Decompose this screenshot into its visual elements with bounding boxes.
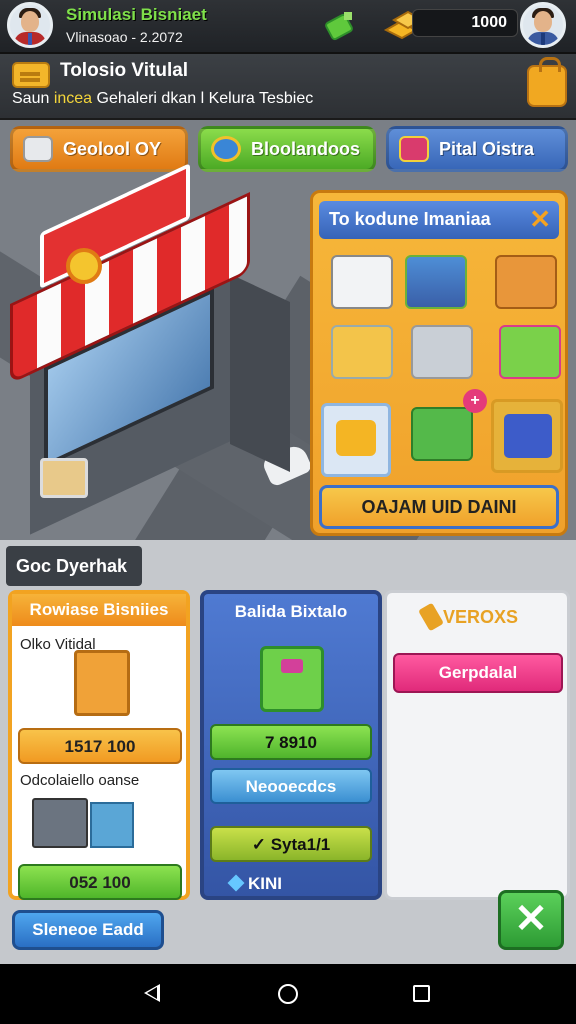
blue-button[interactable]: Neooecdcs [210,768,372,804]
bottom-left-button[interactable]: Sleneoe Eadd [12,910,164,950]
game-screen: Simulasi Bisniaet Vlinasoao - 2.2072 100… [0,0,576,1024]
shop-item-box[interactable] [495,255,557,309]
box-icon [23,136,53,162]
green-box-icon [260,646,324,712]
tab-pital-oistra[interactable]: Pital Oistra [386,126,568,172]
coin-value: 1000 [471,14,507,31]
section-title: Goc Dyerhak [6,546,142,586]
promo-button[interactable]: Gerpdalal [393,653,563,693]
shopping-bag-icon[interactable] [527,57,567,107]
back-icon[interactable] [144,984,160,1002]
shop-item-conveyor[interactable] [405,255,467,309]
promo-card: VEROXS Gerpdalal [384,590,570,900]
value-button[interactable]: 7 8910 [210,724,372,760]
shop-item-crate-selected[interactable] [491,399,563,473]
coin-counter: 1000 [412,9,518,37]
card-title: Balida Bixtalo [234,602,348,621]
shop-item-gift[interactable] [499,325,561,379]
profile-avatar[interactable] [520,2,566,48]
business-card: Rowiase Bisniies Olko Vitidal 1517 100 O… [8,590,190,900]
price-button[interactable]: 052 100 [18,864,182,900]
game-subtitle: Vlinasoao - 2.2072 [66,29,183,45]
shop-item-crate[interactable] [411,407,473,461]
shop-item-cart[interactable] [411,325,473,379]
ticket-icon [12,62,50,88]
crates-icon [32,794,142,848]
quest-header: Tolosio Vitulal Saun incea Gehaleri dkan… [0,54,576,120]
shop-item-cart[interactable] [331,325,393,379]
kini-label[interactable]: KINI [227,874,282,894]
tab-bloolandoos[interactable]: Bloolandoos [198,126,376,172]
close-icon[interactable]: ✕ [529,205,551,233]
cart-icon [40,458,88,498]
home-icon[interactable] [278,984,298,1004]
confirm-button[interactable]: ✓ Syta1/1 [210,826,372,862]
shop-item-cart-selected[interactable] [321,403,391,477]
promo-title: VEROXS [443,607,519,627]
upgrade-card: Balida Bixtalo 7 8910 Neooecdcs ✓ Syta1/… [200,590,382,900]
store-logo-icon [66,248,102,284]
green-cart-icon[interactable] [322,8,360,44]
close-icon[interactable]: ✕ [498,890,564,950]
top-bar: Simulasi Bisniaet Vlinasoao - 2.2072 100… [0,0,576,54]
globe-icon [211,136,241,162]
tab-geolool[interactable]: Geolool OY [10,126,188,172]
quest-description: Saun incea Gehaleri dkan l Kelura Tesbie… [12,90,314,107]
item-label: Odcolaiello oanse [20,772,140,789]
recent-apps-icon[interactable] [413,985,430,1002]
plus-icon[interactable]: + [463,389,487,413]
player-avatar[interactable] [7,2,53,48]
tag-icon [418,602,444,632]
shop-header: To kodune Imaniaa ✕ [319,201,559,239]
crate-icon [74,650,130,716]
system-nav-bar [0,964,576,1024]
store-building[interactable] [10,163,310,535]
quest-title: Tolosio Vitulal [60,60,189,81]
shop-item-truck[interactable] [331,255,393,309]
gift-icon [399,136,429,162]
game-title: Simulasi Bisniaet [66,5,207,24]
shop-buy-button[interactable]: OAJAM UID DAINI [319,485,559,529]
price-button[interactable]: 1517 100 [18,728,182,764]
card-title: Rowiase Bisniies [12,594,186,626]
diamond-icon [227,874,245,892]
shop-panel: To kodune Imaniaa ✕ + OAJAM UID DAINI [310,190,568,536]
